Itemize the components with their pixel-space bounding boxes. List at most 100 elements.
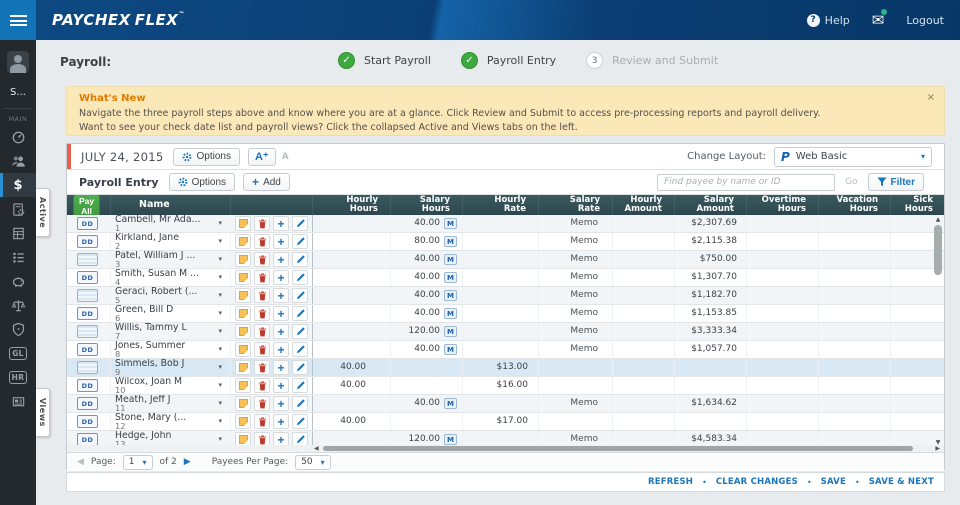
memo-m-badge[interactable]: M [444, 434, 457, 445]
delete-row-button[interactable] [254, 288, 270, 303]
payee-name[interactable]: Smith, Susan M ... [115, 269, 230, 278]
salary-amount-value[interactable]: $3,333.34 [691, 326, 737, 336]
memo-m-badge[interactable]: M [444, 290, 457, 301]
salary-amount-value[interactable]: $1,057.70 [691, 344, 737, 354]
paper-check-icon[interactable] [77, 253, 98, 266]
paper-check-icon[interactable] [77, 325, 98, 338]
payee-menu-caret-icon[interactable]: ▾ [218, 381, 222, 389]
payee-name[interactable]: Willis, Tammy L [115, 323, 230, 332]
payee-menu-caret-icon[interactable]: ▾ [218, 219, 222, 227]
edit-row-button[interactable] [292, 432, 308, 445]
memo-m-badge[interactable]: M [444, 308, 457, 319]
delete-row-button[interactable] [254, 270, 270, 285]
salary-rate-value[interactable]: Memo [570, 434, 598, 444]
salary-hours-value[interactable]: 40.00 [414, 215, 440, 232]
payee-menu-caret-icon[interactable]: ▾ [218, 363, 222, 371]
payee-name[interactable]: Green, Bill D [115, 305, 230, 314]
active-collapsed-tab[interactable]: Active [36, 188, 50, 237]
payee-name[interactable]: Stone, Mary (... [115, 413, 230, 422]
add-line-item-button[interactable]: + [273, 360, 289, 375]
sidebar-item-compliance[interactable] [0, 293, 36, 317]
edit-row-button[interactable] [292, 252, 308, 267]
salary-rate-value[interactable]: Memo [570, 272, 598, 282]
salary-hours-value[interactable]: 40.00 [414, 305, 440, 322]
payee-menu-caret-icon[interactable]: ▾ [218, 309, 222, 317]
direct-deposit-icon[interactable]: DD [77, 433, 98, 445]
memo-note-button[interactable] [235, 324, 251, 339]
sidebar-item-company[interactable] [0, 221, 36, 245]
direct-deposit-icon[interactable]: DD [77, 307, 98, 320]
salary-hours-value[interactable]: 40.00 [414, 251, 440, 268]
sidebar-item-payroll[interactable]: $ [0, 173, 36, 197]
memo-note-button[interactable] [235, 432, 251, 445]
salary-rate-value[interactable]: Memo [570, 290, 598, 300]
salary-hours-value[interactable]: 40.00 [414, 341, 440, 358]
user-avatar[interactable] [7, 51, 29, 73]
salary-rate-value[interactable]: Memo [570, 344, 598, 354]
payee-menu-caret-icon[interactable]: ▾ [218, 291, 222, 299]
memo-m-badge[interactable]: M [444, 254, 457, 265]
payee-menu-caret-icon[interactable]: ▾ [218, 273, 222, 281]
delete-row-button[interactable] [254, 360, 270, 375]
add-payee-button[interactable]: + Add [243, 173, 290, 191]
hourly-hours-value[interactable]: 40.00 [340, 416, 366, 426]
sidebar-item-security[interactable] [0, 317, 36, 341]
step-review-and-submit[interactable]: 3Review and Submit [586, 52, 718, 69]
memo-m-badge[interactable]: M [444, 236, 457, 247]
delete-row-button[interactable] [254, 396, 270, 411]
per-page-select[interactable]: 50 ▾ [295, 455, 330, 470]
memo-note-button[interactable] [235, 360, 251, 375]
edit-row-button[interactable] [292, 234, 308, 249]
date-options-button[interactable]: Options [173, 148, 239, 166]
table-row[interactable]: Geraci, Robert (...▾5+40.00MMemo$1,182.7… [67, 287, 944, 305]
delete-row-button[interactable] [254, 234, 270, 249]
scroll-left-icon[interactable]: ◀ [314, 445, 319, 452]
payee-menu-caret-icon[interactable]: ▾ [218, 345, 222, 353]
payee-name[interactable]: Patel, William J ... [115, 251, 230, 260]
table-row[interactable]: DDCambell, Mr Ada...▾1+40.00MMemo$2,307.… [67, 215, 944, 233]
salary-hours-value[interactable]: 40.00 [414, 395, 440, 412]
edit-row-button[interactable] [292, 396, 308, 411]
memo-note-button[interactable] [235, 270, 251, 285]
salary-rate-value[interactable]: Memo [570, 326, 598, 336]
go-button-disabled[interactable]: Go [845, 177, 857, 187]
banner-close-icon[interactable]: × [927, 92, 935, 103]
footer-link-clear-changes[interactable]: CLEAR CHANGES [716, 477, 798, 487]
table-row[interactable]: Patel, William J ...▾3+40.00MMemo$750.00 [67, 251, 944, 269]
payee-menu-caret-icon[interactable]: ▾ [218, 435, 222, 443]
salary-hours-value[interactable]: 40.00 [414, 269, 440, 286]
messages-button[interactable]: ✉ [872, 11, 885, 29]
salary-amount-value[interactable]: $750.00 [700, 254, 737, 264]
add-line-item-button[interactable]: + [273, 234, 289, 249]
table-row[interactable]: DDHedge, John▾13+120.00MMemo$4,583.34 [67, 431, 944, 445]
sidebar-item-reports[interactable] [0, 197, 36, 221]
hourly-hours-value[interactable]: 40.00 [340, 362, 366, 372]
payee-menu-caret-icon[interactable]: ▾ [218, 255, 222, 263]
layout-select[interactable]: P Web Basic ▾ [774, 147, 932, 167]
sidebar-item-hr[interactable]: HR [0, 365, 36, 389]
add-line-item-button[interactable]: + [273, 414, 289, 429]
edit-row-button[interactable] [292, 342, 308, 357]
payee-name[interactable]: Simmels, Bob J [115, 359, 230, 368]
sidebar-item-checklist[interactable] [0, 245, 36, 269]
payee-menu-caret-icon[interactable]: ▾ [218, 417, 222, 425]
salary-amount-value[interactable]: $1,182.70 [691, 290, 737, 300]
delete-row-button[interactable] [254, 306, 270, 321]
add-line-item-button[interactable]: + [273, 270, 289, 285]
add-line-item-button[interactable]: + [273, 432, 289, 445]
table-row[interactable]: DDMeath, Jeff J▾11+40.00MMemo$1,634.62 [67, 395, 944, 413]
memo-m-badge[interactable]: M [444, 272, 457, 283]
add-line-item-button[interactable]: + [273, 252, 289, 267]
footer-link-refresh[interactable]: REFRESH [648, 477, 693, 487]
memo-note-button[interactable] [235, 234, 251, 249]
font-increase-button[interactable]: A⁺ [248, 148, 276, 166]
edit-row-button[interactable] [292, 378, 308, 393]
memo-note-button[interactable] [235, 288, 251, 303]
memo-note-button[interactable] [235, 342, 251, 357]
table-row[interactable]: DDJones, Summer▾8+40.00MMemo$1,057.70 [67, 341, 944, 359]
edit-row-button[interactable] [292, 270, 308, 285]
payee-name[interactable]: Wilcox, Joan M [115, 377, 230, 386]
delete-row-button[interactable] [254, 252, 270, 267]
edit-row-button[interactable] [292, 360, 308, 375]
salary-hours-value[interactable]: 80.00 [414, 233, 440, 250]
